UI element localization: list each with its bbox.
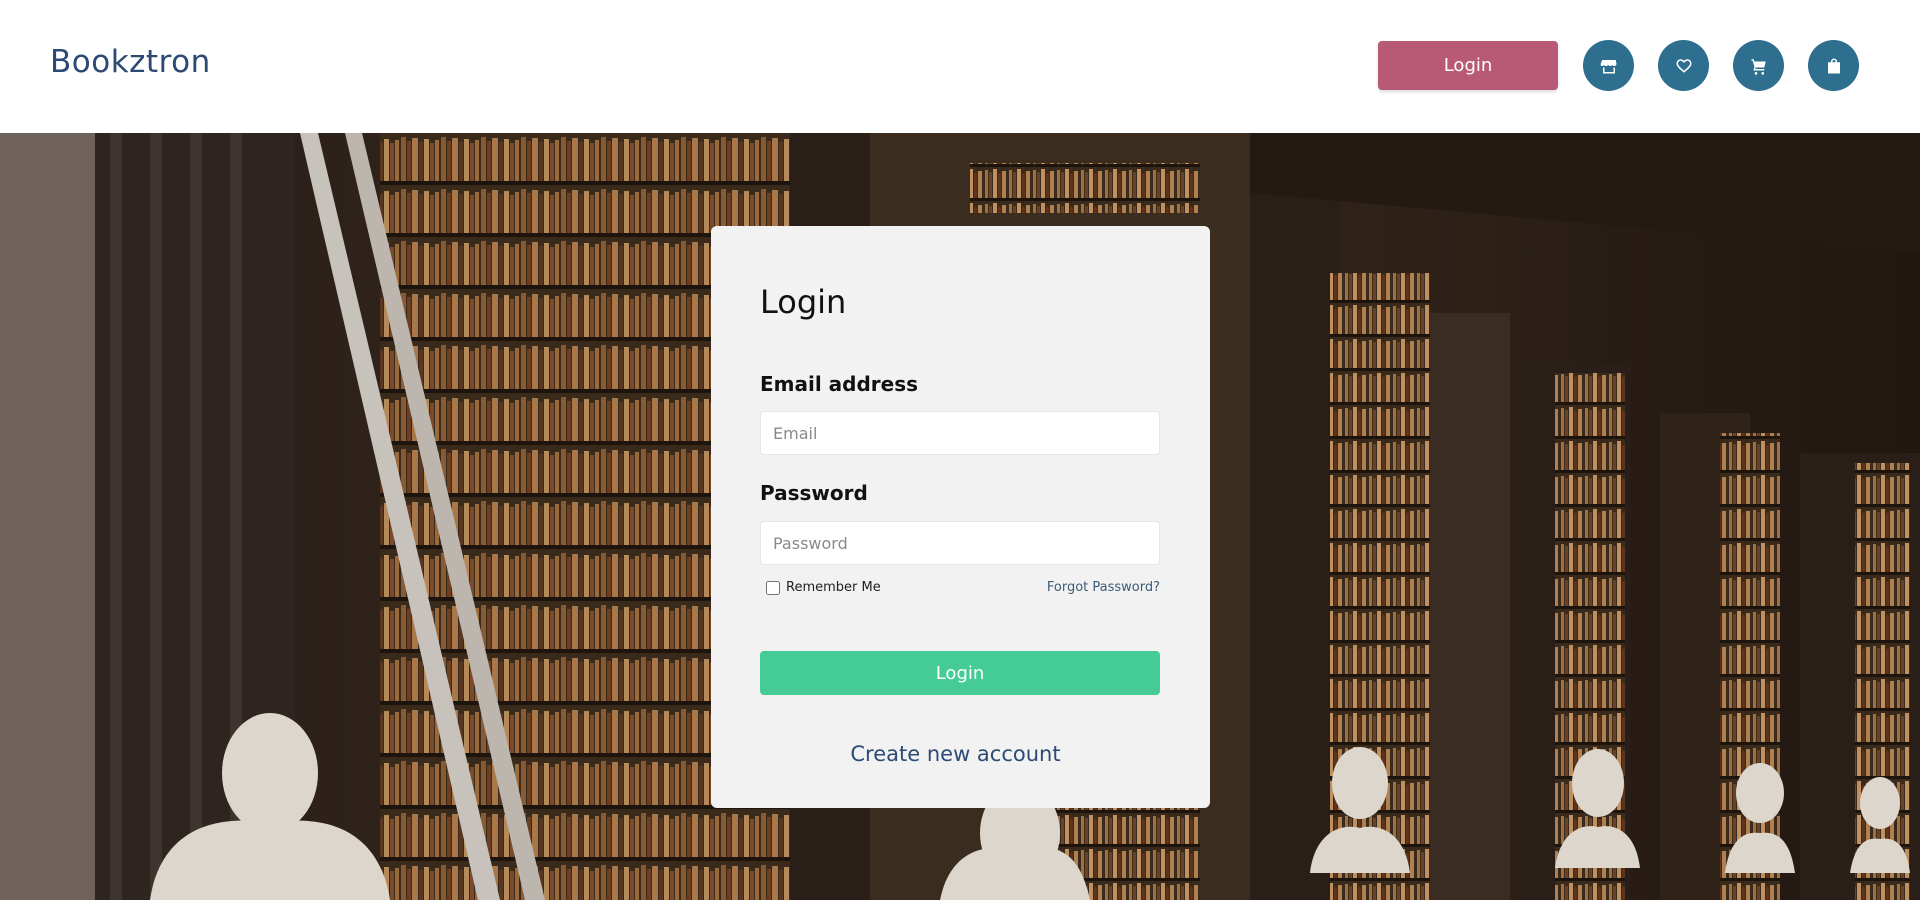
- header-login-button[interactable]: Login: [1378, 41, 1558, 90]
- login-submit-button[interactable]: Login: [760, 651, 1160, 695]
- bag-icon: [1827, 58, 1840, 73]
- header: Bookztron Login: [0, 0, 1920, 133]
- remember-me[interactable]: Remember Me: [766, 580, 881, 595]
- password-label: Password: [760, 481, 868, 505]
- cart-button[interactable]: [1733, 40, 1784, 91]
- login-title: Login: [760, 283, 847, 321]
- create-account-link[interactable]: Create new account: [711, 742, 1200, 766]
- email-label: Email address: [760, 372, 919, 396]
- bag-button[interactable]: [1808, 40, 1859, 91]
- heart-icon: [1676, 58, 1691, 73]
- login-card: Login Email address Password Remember Me…: [711, 226, 1210, 808]
- cart-icon: [1751, 58, 1766, 75]
- brand-logo[interactable]: Bookztron: [50, 44, 211, 80]
- email-field[interactable]: [760, 411, 1160, 455]
- store-icon: [1600, 59, 1616, 73]
- password-field[interactable]: [760, 521, 1160, 565]
- remember-me-checkbox[interactable]: [766, 580, 780, 595]
- store-button[interactable]: [1583, 40, 1634, 91]
- forgot-password-link[interactable]: Forgot Password?: [1047, 580, 1160, 595]
- remember-me-label: Remember Me: [786, 580, 881, 595]
- wishlist-button[interactable]: [1658, 40, 1709, 91]
